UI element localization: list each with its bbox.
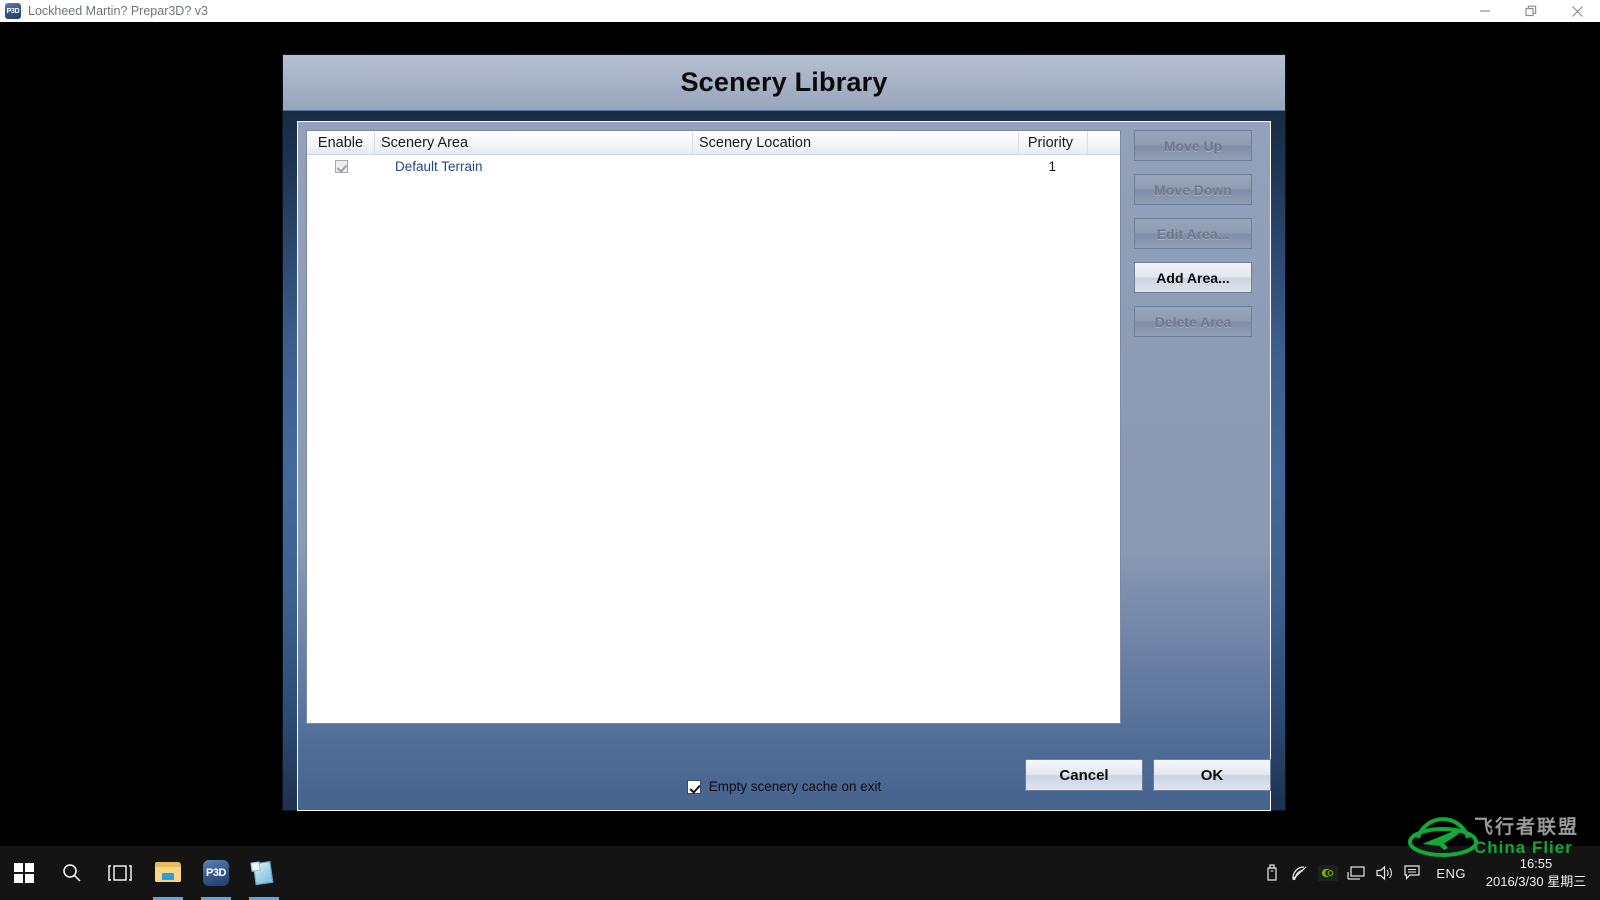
- side-button-group: Move Up Move Down Edit Area... Add Area.…: [1134, 130, 1254, 350]
- column-header-enable[interactable]: Enable: [307, 131, 375, 155]
- restore-icon[interactable]: [1508, 0, 1554, 22]
- window-controls: [1462, 0, 1600, 22]
- row-scenery-location: [693, 155, 1019, 177]
- dialog-content-panel: Enable Scenery Area Scenery Location Pri…: [297, 121, 1271, 811]
- taskbar-app-prepar3d[interactable]: P3D: [192, 846, 240, 900]
- cancel-button[interactable]: Cancel: [1025, 759, 1143, 791]
- action-center-icon[interactable]: [1398, 846, 1426, 900]
- display-icon[interactable]: [1342, 846, 1370, 900]
- window-title: Lockheed Martin? Prepar3D? v3: [28, 4, 208, 18]
- desktop: P3D Lockheed Martin? Prepar3D? v3 Scener…: [0, 0, 1600, 900]
- taskbar-app-file-explorer[interactable]: [144, 846, 192, 900]
- search-button[interactable]: [48, 846, 96, 900]
- add-area-button[interactable]: Add Area...: [1134, 262, 1252, 293]
- search-icon: [63, 864, 81, 882]
- taskbar: P3D ENG 16:55 2016/3/30 星期三: [0, 846, 1600, 900]
- language-indicator[interactable]: ENG: [1426, 866, 1476, 881]
- network-icon[interactable]: [1286, 846, 1314, 900]
- scenery-area-list[interactable]: Enable Scenery Area Scenery Location Pri…: [306, 130, 1121, 724]
- table-row[interactable]: Default Terrain 1: [307, 155, 1120, 177]
- task-view-button[interactable]: [96, 846, 144, 900]
- notepad-icon: [250, 859, 277, 886]
- watermark-chinese: 飞行者联盟: [1474, 817, 1580, 838]
- column-header-priority[interactable]: Priority: [1019, 131, 1088, 155]
- p3d-icon: P3D: [203, 860, 229, 886]
- clock[interactable]: 16:55 2016/3/30 星期三: [1476, 855, 1596, 890]
- window-title-bar: P3D Lockheed Martin? Prepar3D? v3: [0, 0, 1600, 22]
- volume-icon[interactable]: [1370, 846, 1398, 900]
- nvidia-icon[interactable]: [1314, 846, 1342, 900]
- task-view-icon: [108, 865, 132, 881]
- row-enable-checkbox[interactable]: [307, 155, 375, 177]
- start-button[interactable]: [0, 846, 48, 900]
- clock-time: 16:55: [1519, 856, 1553, 872]
- minimize-icon[interactable]: [1462, 0, 1508, 22]
- column-header-spacer: [1088, 131, 1120, 155]
- move-down-button[interactable]: Move Down: [1134, 174, 1252, 205]
- dialog-header: Scenery Library: [283, 55, 1285, 111]
- windows-logo-icon: [14, 863, 34, 883]
- dialog-title: Scenery Library: [680, 67, 888, 97]
- dialog-footer: Cancel OK: [283, 745, 1285, 810]
- usb-icon[interactable]: [1258, 846, 1286, 900]
- checkbox-checked-disabled: [334, 159, 348, 173]
- column-header-scenery-location[interactable]: Scenery Location: [693, 131, 1019, 155]
- row-scenery-area: Default Terrain: [395, 158, 483, 174]
- system-tray: ENG 16:55 2016/3/30 星期三: [1258, 846, 1600, 900]
- edit-area-button[interactable]: Edit Area...: [1134, 218, 1252, 249]
- file-explorer-icon: [155, 862, 181, 884]
- delete-area-button[interactable]: Delete Area: [1134, 306, 1252, 337]
- p3d-app-icon: P3D: [5, 3, 21, 19]
- row-priority: 1: [1048, 158, 1056, 174]
- list-header-row: Enable Scenery Area Scenery Location Pri…: [307, 131, 1120, 155]
- clock-date: 2016/3/30 星期三: [1485, 874, 1587, 889]
- ok-button[interactable]: OK: [1153, 759, 1271, 791]
- row-spacer: [1088, 155, 1120, 177]
- taskbar-app-notepad[interactable]: [240, 846, 288, 900]
- scenery-library-dialog: Scenery Library Enable Scenery Area Scen…: [282, 54, 1286, 811]
- close-icon[interactable]: [1554, 0, 1600, 22]
- column-header-scenery-area[interactable]: Scenery Area: [375, 131, 693, 155]
- move-up-button[interactable]: Move Up: [1134, 130, 1252, 161]
